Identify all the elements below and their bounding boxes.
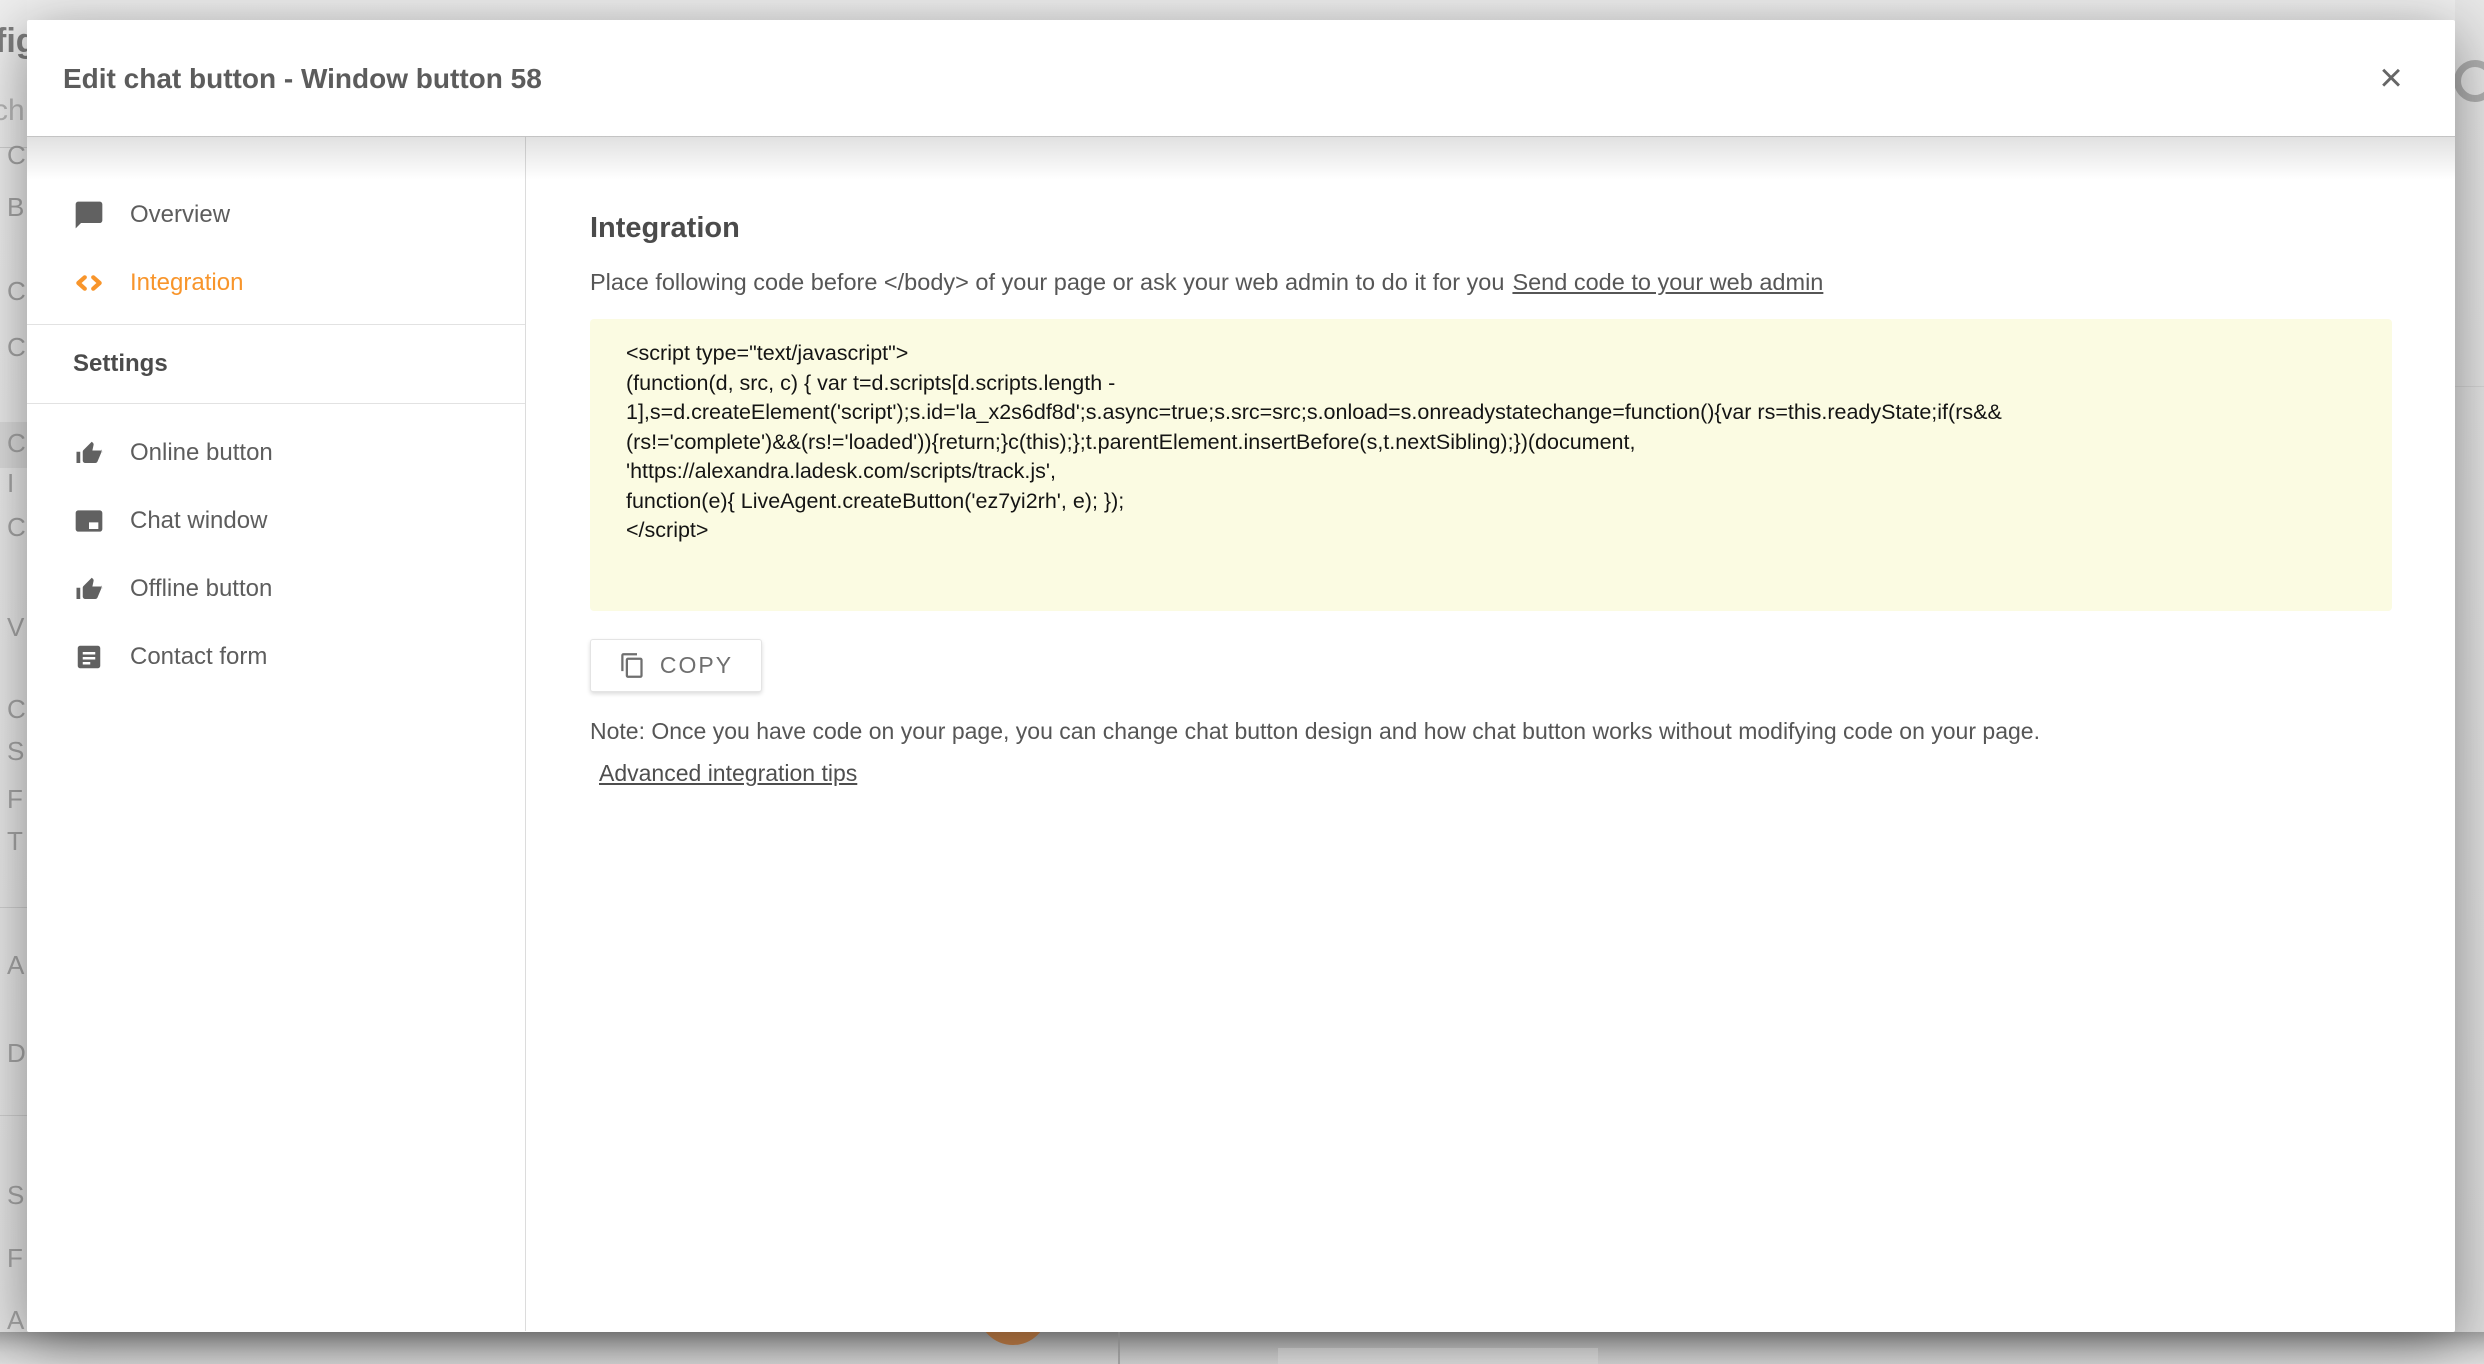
sidebar-item-label: Contact form — [130, 643, 267, 671]
modal-title: Edit chat button - Window button 58 — [63, 20, 542, 137]
instruction-label: Place following code before </body> of y… — [590, 269, 1504, 295]
background-divider — [1118, 1332, 1120, 1364]
background-search-text: ch — [0, 94, 25, 128]
instruction-text: Place following code before </body> of y… — [590, 267, 2392, 297]
integration-panel: Integration Place following code before … — [526, 137, 2455, 1331]
background-menu-letter: A — [7, 950, 24, 981]
sidebar-item-overview[interactable]: Overview — [27, 181, 525, 249]
sidebar-item-label: Overview — [130, 201, 230, 229]
sidebar-section-settings: Settings — [27, 325, 525, 403]
chat-window-icon — [72, 504, 106, 538]
background-menu-letter: T — [7, 826, 23, 857]
background-menu-letter: B — [7, 192, 24, 223]
background-divider — [0, 1115, 27, 1116]
background-menu-letter: C — [7, 276, 26, 307]
background-right-edge — [2455, 0, 2484, 1364]
code-icon — [72, 266, 106, 300]
background-menu-letter: V — [7, 612, 24, 643]
background-menu-letter: D — [7, 1038, 26, 1069]
background-menu-letter: F — [7, 784, 23, 815]
integration-code: <script type="text/javascript"> (functio… — [626, 339, 2356, 546]
background-menu-letter: C — [7, 694, 26, 725]
sidebar-item-online-button[interactable]: Online button — [27, 419, 525, 487]
sidebar-item-offline-button[interactable]: Offline button — [27, 555, 525, 623]
copy-icon — [619, 652, 646, 679]
sidebar-item-integration[interactable]: Integration — [27, 249, 525, 317]
sidebar-item-label: Online button — [130, 439, 273, 467]
background-menu-letter: C — [7, 512, 26, 543]
advanced-integration-tips-link[interactable]: Advanced integration tips — [599, 760, 857, 787]
background-menu-letter: I — [7, 468, 14, 499]
page-title: Integration — [590, 211, 2392, 245]
chat-bubble-icon — [72, 198, 106, 232]
background-menu-letter: C — [7, 140, 26, 171]
edit-chat-button-modal: Edit chat button - Window button 58 × Ov… — [27, 20, 2455, 1332]
background-bottom-edge — [0, 1332, 2484, 1364]
background-config-text: fig — [0, 22, 27, 61]
thumb-up-icon — [72, 572, 106, 606]
copy-button[interactable]: COPY — [590, 639, 762, 692]
background-menu-letter: S — [7, 1180, 24, 1211]
sidebar-item-chat-window[interactable]: Chat window — [27, 487, 525, 555]
history-ring-icon — [2455, 60, 2484, 102]
modal-header: Edit chat button - Window button 58 × — [27, 20, 2455, 137]
background-divider — [0, 907, 27, 908]
modal-sidebar: Overview Integration Settings Online but… — [27, 137, 526, 1331]
sidebar-item-label: Offline button — [130, 575, 272, 603]
note-text: Note: Once you have code on your page, y… — [590, 716, 2392, 746]
background-menu-letter: C — [7, 428, 26, 459]
background-menu-letter: S — [7, 736, 24, 767]
background-menu-letter: C — [7, 332, 26, 363]
background-menu-letter: F — [7, 1243, 23, 1274]
background-panel — [1278, 1348, 1598, 1364]
send-code-link[interactable]: Send code to your web admin — [1512, 269, 1823, 295]
dimmed-chat-button-preview — [978, 1332, 1048, 1345]
background-left-menu: fig ch CBCCCICVCSFTADSFA — [0, 0, 27, 1364]
copy-button-label: COPY — [660, 652, 733, 679]
background-divider — [2455, 386, 2484, 387]
contact-form-icon — [72, 640, 106, 674]
sidebar-item-contact-form[interactable]: Contact form — [27, 623, 525, 691]
sidebar-item-label: Chat window — [130, 507, 267, 535]
sidebar-item-label: Integration — [130, 269, 243, 297]
integration-code-block[interactable]: <script type="text/javascript"> (functio… — [590, 319, 2392, 611]
thumb-up-icon — [72, 436, 106, 470]
close-icon[interactable]: × — [2361, 20, 2421, 137]
